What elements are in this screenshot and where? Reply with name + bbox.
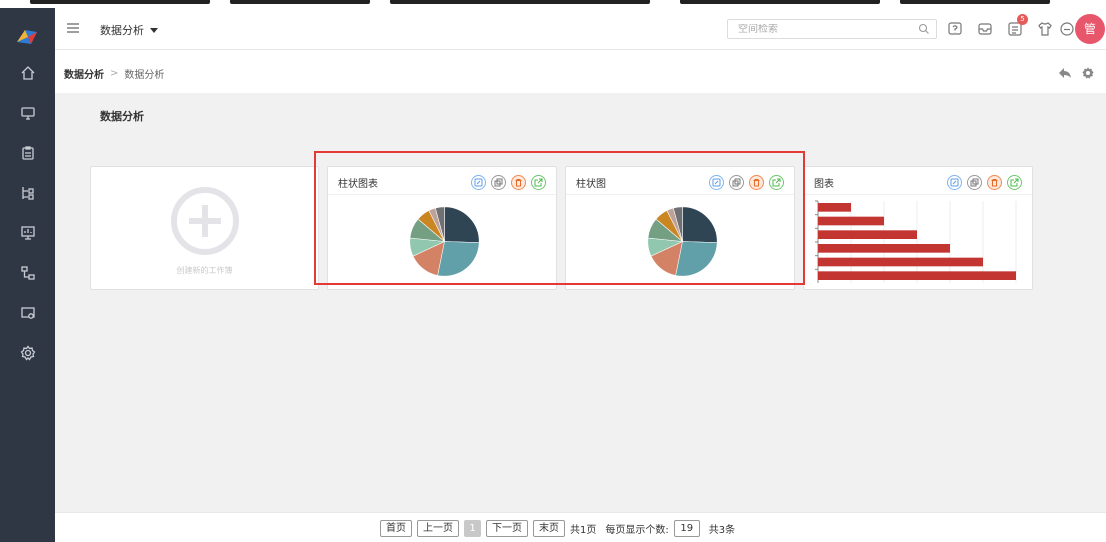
breadcrumb: 数据分析 > 数据分析 — [64, 66, 164, 81]
more-options-icon[interactable] — [1057, 19, 1077, 39]
card-actions — [471, 175, 546, 190]
pagination-bar: 首页 上一页 1 下一页 末页 共1页 每页显示个数: 共3条 — [55, 512, 1106, 542]
bar — [818, 203, 851, 212]
pie-slice — [437, 241, 480, 277]
theme-shirt-icon[interactable] — [1035, 19, 1055, 39]
card-divider — [328, 194, 556, 195]
create-workbook-label: 创建新的工作簿 — [176, 266, 233, 275]
edit-icon[interactable] — [709, 175, 724, 190]
search-box — [727, 19, 937, 39]
device-settings-icon[interactable] — [18, 303, 38, 323]
create-workbook-card[interactable]: 创建新的工作簿 — [90, 166, 319, 290]
section-title: 数据分析 — [100, 110, 144, 123]
inbox-icon[interactable] — [975, 19, 995, 39]
open-external-icon[interactable] — [769, 175, 784, 190]
search-input[interactable] — [738, 23, 898, 35]
home-icon[interactable] — [18, 63, 38, 83]
settings-icon[interactable] — [18, 343, 38, 363]
presentation-icon[interactable] — [18, 223, 38, 243]
edit-icon[interactable] — [947, 175, 962, 190]
help-icon[interactable] — [945, 19, 965, 39]
bar — [818, 230, 917, 239]
pie-chart — [409, 206, 480, 277]
content-area: 数据分析 创建新的工作簿 柱状图表 柱状图 图表 — [55, 93, 1106, 512]
open-external-icon[interactable] — [1007, 175, 1022, 190]
app-logo[interactable] — [15, 28, 39, 46]
cropped-top-strip — [0, 0, 1106, 8]
clipboard-icon[interactable] — [18, 143, 38, 163]
bar — [818, 244, 950, 253]
page-settings-icon[interactable] — [1080, 65, 1096, 81]
top-bar: 数据分析 5 管 — [55, 8, 1106, 50]
card-title: 柱状图表 — [338, 179, 378, 190]
breadcrumb-separator: > — [110, 68, 119, 79]
pagination: 首页 上一页 1 下一页 末页 共1页 每页显示个数: 共3条 — [380, 520, 735, 537]
bar — [818, 271, 1016, 280]
bar — [818, 216, 884, 226]
sidebar — [0, 8, 55, 542]
open-external-icon[interactable] — [531, 175, 546, 190]
chart-card-3[interactable]: 图表 — [803, 166, 1033, 290]
card-title: 柱状图 — [576, 179, 606, 190]
delete-icon[interactable] — [511, 175, 526, 190]
chart-card-1[interactable]: 柱状图表 — [327, 166, 557, 290]
breadcrumb-bar: 数据分析 > 数据分析 — [55, 51, 1106, 93]
breadcrumb-root[interactable]: 数据分析 — [64, 66, 104, 81]
notification-icon[interactable]: 5 — [1005, 14, 1028, 39]
card-actions — [947, 175, 1022, 190]
notification-badge: 5 — [1017, 14, 1028, 25]
monitor-icon[interactable] — [18, 103, 38, 123]
horizontal-bar-chart — [815, 200, 1017, 283]
last-page-button[interactable]: 末页 — [533, 520, 565, 537]
search-icon[interactable] — [918, 23, 930, 35]
card-divider — [804, 194, 1032, 195]
total-items-text: 共3条 — [708, 525, 736, 536]
back-icon[interactable] — [1057, 65, 1073, 81]
module-selector[interactable]: 数据分析 — [100, 22, 158, 38]
caret-down-icon — [150, 27, 158, 33]
pie-chart — [647, 206, 718, 277]
flow-icon[interactable] — [18, 263, 38, 283]
edit-icon[interactable] — [471, 175, 486, 190]
copy-icon[interactable] — [729, 175, 744, 190]
page-size-label: 每页显示个数: — [605, 525, 669, 536]
next-page-button[interactable]: 下一页 — [486, 520, 528, 537]
card-title: 图表 — [814, 179, 834, 190]
delete-icon[interactable] — [749, 175, 764, 190]
pie-slice — [444, 206, 480, 243]
pie-slice — [675, 241, 718, 277]
delete-icon[interactable] — [987, 175, 1002, 190]
add-circle-icon — [171, 187, 239, 255]
card-actions — [709, 175, 784, 190]
copy-icon[interactable] — [967, 175, 982, 190]
prev-page-button[interactable]: 上一页 — [417, 520, 459, 537]
org-chart-icon[interactable] — [18, 183, 38, 203]
first-page-button[interactable]: 首页 — [380, 520, 412, 537]
chart-card-2[interactable]: 柱状图 — [565, 166, 795, 290]
breadcrumb-current: 数据分析 — [124, 70, 165, 81]
page-size-input[interactable] — [673, 520, 700, 537]
current-page-button[interactable]: 1 — [464, 520, 481, 537]
module-selector-label: 数据分析 — [100, 24, 144, 37]
copy-icon[interactable] — [491, 175, 506, 190]
pie-slice — [682, 206, 718, 243]
bar — [818, 257, 983, 267]
user-avatar[interactable]: 管 — [1075, 14, 1105, 44]
menu-toggle-icon[interactable] — [65, 20, 81, 36]
card-divider — [566, 194, 794, 195]
total-pages-text: 共1页 — [570, 525, 597, 536]
